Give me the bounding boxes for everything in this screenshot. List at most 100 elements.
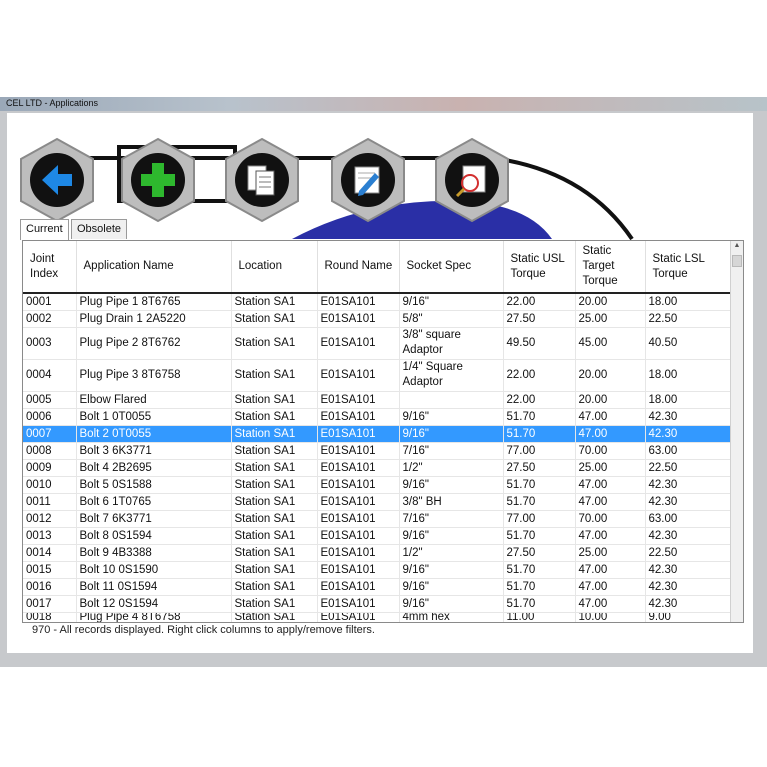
table-cell: 22.50 — [645, 544, 732, 562]
table-cell — [399, 391, 504, 409]
table-cell: Bolt 2 0T0055 — [76, 425, 232, 443]
table-row[interactable]: 0009 Bolt 4 2B2695 Station SA1 E01SA101 1/2"… — [23, 459, 732, 477]
table-cell: Plug Pipe 1 8T6765 — [76, 293, 232, 311]
table-cell: 0002 — [23, 310, 77, 328]
table-cell: 0011 — [23, 493, 77, 511]
table-cell: 70.00 — [575, 510, 646, 528]
column-header-static-target-torque[interactable]: Static Target Torque — [575, 241, 646, 294]
table-row[interactable]: 0011 Bolt 6 1T0765 Station SA1 E01SA101 3/8"… — [23, 493, 732, 511]
table-row[interactable]: 0013 Bolt 8 0S1594 Station SA1 E01SA101 9/16… — [23, 527, 732, 545]
table-cell: 7/16" — [399, 442, 504, 460]
table-cell: Station SA1 — [231, 595, 318, 613]
table-cell: 22.50 — [645, 310, 732, 328]
table-cell: 18.00 — [645, 391, 732, 409]
table-cell: 0005 — [23, 391, 77, 409]
table-cell: 20.00 — [575, 359, 646, 392]
table-cell: Plug Pipe 2 8T6762 — [76, 327, 232, 360]
copy-button[interactable] — [223, 137, 301, 223]
column-header-joint-index[interactable]: Joint Index — [23, 241, 77, 294]
column-header-socket-spec[interactable]: Socket Spec — [399, 241, 504, 294]
table-cell: Bolt 8 0S1594 — [76, 527, 232, 545]
table-cell: 77.00 — [503, 510, 576, 528]
tab-obsolete[interactable]: Obsolete — [71, 219, 128, 239]
table-cell: Bolt 7 6K3771 — [76, 510, 232, 528]
table-cell: 5/8" — [399, 310, 504, 328]
applications-grid[interactable]: Joint Index Application Name Location Ro… — [22, 240, 744, 623]
table-cell: 9/16" — [399, 578, 504, 596]
table-cell: 47.00 — [575, 408, 646, 426]
table-row[interactable]: 0004 Plug Pipe 3 8T6758 Station SA1 E01SA10… — [23, 359, 732, 392]
table-cell: 47.00 — [575, 527, 646, 545]
table-cell: 27.50 — [503, 310, 576, 328]
table-row[interactable]: 0003 Plug Pipe 2 8T6762 Station SA1 E01SA10… — [23, 327, 732, 360]
column-header-static-usl-torque[interactable]: Static USL Torque — [503, 241, 576, 294]
table-cell: Bolt 6 1T0765 — [76, 493, 232, 511]
column-header-location[interactable]: Location — [231, 241, 318, 294]
table-cell: Plug Pipe 3 8T6758 — [76, 359, 232, 392]
table-cell: 9.00 — [645, 612, 732, 622]
table-body: 0001 Plug Pipe 1 8T6765 Station SA1 E01SA10… — [23, 293, 732, 622]
table-cell: 51.70 — [503, 578, 576, 596]
table-cell: Station SA1 — [231, 293, 318, 311]
table-cell: E01SA101 — [317, 544, 400, 562]
table-cell: 49.50 — [503, 327, 576, 360]
search-document-icon — [435, 137, 509, 223]
table-cell: Bolt 9 4B3388 — [76, 544, 232, 562]
edit-document-icon — [331, 137, 405, 223]
plus-icon — [121, 137, 195, 223]
search-button[interactable] — [433, 137, 511, 223]
title-bar[interactable]: CEL LTD - Applications — [0, 97, 767, 111]
table-cell: 11.00 — [503, 612, 576, 622]
table-cell: 1/4" Square Adaptor — [399, 359, 504, 392]
table-cell: 0001 — [23, 293, 77, 311]
column-header-static-lsl-torque[interactable]: Static LSL Torque — [645, 241, 732, 294]
table-cell: E01SA101 — [317, 561, 400, 579]
table-cell: Station SA1 — [231, 459, 318, 477]
table-row[interactable]: 0012 Bolt 7 6K3771 Station SA1 E01SA101 7/16… — [23, 510, 732, 528]
table-row[interactable]: 0010 Bolt 5 0S1588 Station SA1 E01SA101 9/16… — [23, 476, 732, 494]
table-cell: Station SA1 — [231, 544, 318, 562]
table-row[interactable]: 0001 Plug Pipe 1 8T6765 Station SA1 E01SA10… — [23, 293, 732, 311]
table-cell: 0004 — [23, 359, 77, 392]
table-row[interactable]: 0016 Bolt 11 0S1594 Station SA1 E01SA101 9/1… — [23, 578, 732, 596]
scroll-thumb[interactable] — [732, 255, 742, 267]
table-cell: 1/2" — [399, 459, 504, 477]
table-cell: 42.30 — [645, 425, 732, 443]
table-cell: Station SA1 — [231, 493, 318, 511]
back-button[interactable] — [18, 137, 96, 223]
table-cell: 0009 — [23, 459, 77, 477]
table-cell: 3/8" square Adaptor — [399, 327, 504, 360]
table-cell: 42.30 — [645, 476, 732, 494]
table-row[interactable]: 0015 Bolt 10 0S1590 Station SA1 E01SA101 9/1… — [23, 561, 732, 579]
table-cell: 51.70 — [503, 493, 576, 511]
table-cell: Station SA1 — [231, 327, 318, 360]
tab-current[interactable]: Current — [20, 219, 69, 240]
table-row[interactable]: 0007 Bolt 2 0T0055 Station SA1 E01SA101 9/16… — [23, 425, 732, 443]
column-header-application-name[interactable]: Application Name — [76, 241, 232, 294]
table-cell: E01SA101 — [317, 476, 400, 494]
table-row[interactable]: 0014 Bolt 9 4B3388 Station SA1 E01SA101 1/2"… — [23, 544, 732, 562]
table-cell: E01SA101 — [317, 359, 400, 392]
table-cell: E01SA101 — [317, 408, 400, 426]
table-row[interactable]: 0005 Elbow Flared Station SA1 E01SA101 22.00… — [23, 391, 732, 409]
table-row[interactable]: 0006 Bolt 1 0T0055 Station SA1 E01SA101 9/16… — [23, 408, 732, 426]
scroll-up-arrow-icon[interactable]: ▲ — [732, 242, 742, 252]
edit-button[interactable] — [329, 137, 407, 223]
table-cell: 47.00 — [575, 476, 646, 494]
table-cell: 51.70 — [503, 425, 576, 443]
table-cell: E01SA101 — [317, 595, 400, 613]
table-cell: 42.30 — [645, 408, 732, 426]
vertical-scrollbar[interactable]: ▲ — [730, 241, 743, 622]
table-row[interactable]: 0018 Plug Pipe 4 8T6758 Station SA1 E01SA10… — [23, 612, 732, 622]
table-cell: 63.00 — [645, 510, 732, 528]
table-cell: 1/2" — [399, 544, 504, 562]
table-cell: E01SA101 — [317, 510, 400, 528]
table-row[interactable]: 0002 Plug Drain 1 2A5220 Station SA1 E01SA1… — [23, 310, 732, 328]
table-cell: Station SA1 — [231, 510, 318, 528]
table-row[interactable]: 0017 Bolt 12 0S1594 Station SA1 E01SA101 9/1… — [23, 595, 732, 613]
add-button[interactable] — [119, 137, 197, 223]
table-cell: 0010 — [23, 476, 77, 494]
table-row[interactable]: 0008 Bolt 3 6K3771 Station SA1 E01SA101 7/16… — [23, 442, 732, 460]
table-cell: 47.00 — [575, 595, 646, 613]
column-header-round-name[interactable]: Round Name — [317, 241, 400, 294]
